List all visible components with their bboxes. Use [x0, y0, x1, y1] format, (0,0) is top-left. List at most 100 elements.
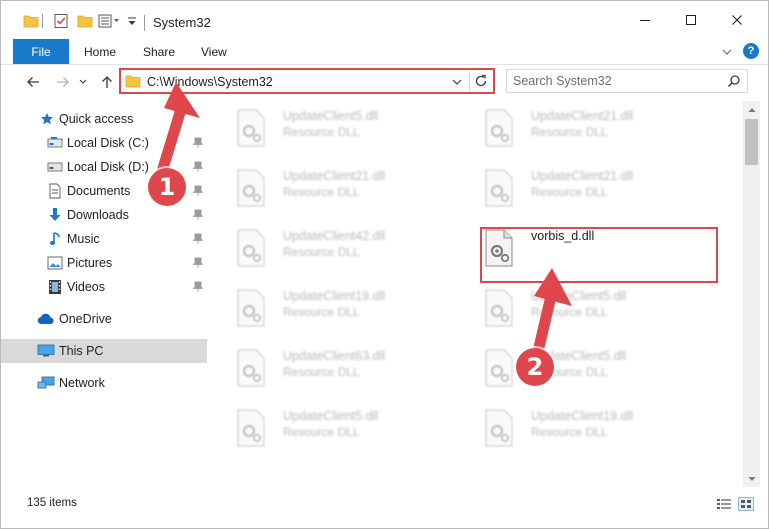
help-icon[interactable]: ?: [743, 43, 759, 59]
sidebar-item-this-pc[interactable]: This PC: [1, 339, 207, 363]
sidebar-item-label: Quick access: [59, 112, 134, 126]
scroll-up-icon[interactable]: [743, 101, 760, 118]
properties-icon[interactable]: [53, 12, 69, 30]
file-type: Resource DLL: [531, 305, 608, 319]
scroll-thumb[interactable]: [745, 119, 758, 165]
file-type: Resource DLL: [283, 125, 360, 139]
cloud-icon: [37, 311, 55, 327]
drive-icon: [47, 135, 63, 151]
sidebar-item-label: Music: [67, 232, 100, 246]
file-name: UpdateClient21.dll: [531, 169, 634, 183]
sidebar-item-label: Downloads: [67, 208, 129, 222]
dll-file-icon: [483, 349, 515, 387]
file-type: Resource DLL: [283, 245, 360, 259]
dll-file-icon: [483, 169, 515, 207]
sidebar-item-onedrive[interactable]: OneDrive: [1, 307, 207, 331]
file-name: UpdateClient5.dll: [283, 109, 379, 123]
details-view-icon[interactable]: [716, 497, 732, 511]
search-box[interactable]: [506, 69, 748, 93]
file-list: UpdateClient5.dll Resource DLL UpdateCli…: [209, 101, 743, 487]
maximize-button[interactable]: [668, 1, 714, 39]
list-item[interactable]: UpdateClient42.dll Resource DLL: [209, 221, 449, 275]
list-item[interactable]: UpdateClient5.dll Resource DLL: [457, 281, 697, 335]
pin-icon[interactable]: [193, 233, 203, 245]
pin-icon[interactable]: [193, 281, 203, 293]
qa-dropdown-icon[interactable]: [126, 12, 138, 30]
expand-ribbon-icon[interactable]: [721, 46, 733, 60]
minimize-button[interactable]: [622, 1, 668, 39]
list-item[interactable]: UpdateClient5.dll Resource DLL: [209, 401, 449, 455]
monitor-icon: [37, 343, 55, 359]
sidebar-item-label: Videos: [67, 280, 105, 294]
forward-arrow-icon[interactable]: [53, 72, 73, 92]
star-icon: [39, 111, 55, 127]
sidebar-item-quick-access[interactable]: Quick access: [1, 107, 207, 131]
file-type: Resource DLL: [283, 185, 360, 199]
list-item[interactable]: UpdateClient63.dll Resource DLL: [209, 341, 449, 395]
sidebar-item-pictures[interactable]: Pictures: [1, 251, 207, 275]
sidebar-item-downloads[interactable]: Downloads: [1, 203, 207, 227]
address-bar[interactable]: C:\Windows\System32: [119, 68, 495, 94]
address-path[interactable]: C:\Windows\System32: [147, 75, 273, 89]
sidebar-item-label: Documents: [67, 184, 131, 198]
refresh-icon[interactable]: [469, 71, 491, 91]
pin-icon[interactable]: [193, 209, 203, 221]
pin-icon[interactable]: [193, 257, 203, 269]
title-separator: [144, 15, 145, 31]
sidebar-item-music[interactable]: Music: [1, 227, 207, 251]
sidebar-item-label: Local Disk (D:): [67, 160, 149, 174]
folder-icon: [23, 12, 39, 30]
pin-icon[interactable]: [193, 185, 203, 197]
scroll-down-icon[interactable]: [743, 470, 760, 487]
large-icons-view-icon[interactable]: [738, 497, 754, 511]
film-icon: [47, 279, 63, 295]
dll-file-icon: [483, 109, 515, 147]
list-item[interactable]: UpdateClient5.dll Resource DLL: [209, 101, 449, 155]
list-item[interactable]: UpdateClient5.dll Resource DLL: [457, 341, 697, 395]
qa-separator: [42, 14, 43, 28]
file-type: Resource DLL: [531, 125, 608, 139]
customize-view-icon[interactable]: [98, 12, 120, 30]
file-name: UpdateClient5.dll: [531, 289, 627, 303]
dll-file-icon: [483, 289, 515, 327]
list-item[interactable]: UpdateClient19.dll Resource DLL: [209, 281, 449, 335]
file-name: UpdateClient19.dll: [531, 409, 634, 423]
file-name: UpdateClient21.dll: [283, 169, 386, 183]
tab-home[interactable]: Home: [84, 45, 116, 59]
dll-file-icon: [235, 409, 267, 447]
step-badge-1: 1: [148, 168, 186, 206]
vertical-scrollbar[interactable]: [743, 101, 760, 487]
dll-file-icon: [483, 409, 515, 447]
file-name: UpdateClient63.dll: [283, 349, 386, 363]
sidebar-item-label: This PC: [59, 344, 104, 358]
recent-locations-icon[interactable]: [77, 72, 89, 92]
download-arrow-icon: [47, 207, 63, 223]
list-item[interactable]: UpdateClient19.dll Resource DLL: [457, 401, 697, 455]
search-icon[interactable]: [727, 74, 741, 91]
close-button[interactable]: [714, 1, 760, 39]
file-type: Resource DLL: [531, 425, 608, 439]
tab-share[interactable]: Share: [143, 45, 175, 59]
address-dropdown-icon[interactable]: [449, 74, 465, 90]
sidebar-item-local-disk-c[interactable]: Local Disk (C:): [1, 131, 207, 155]
file-type: Resource DLL: [531, 185, 608, 199]
tab-file[interactable]: File: [13, 39, 69, 64]
list-item[interactable]: UpdateClient21.dll Resource DLL: [457, 101, 697, 155]
back-arrow-icon[interactable]: [23, 72, 43, 92]
dll-file-icon: [235, 109, 267, 147]
sidebar-item-label: Local Disk (C:): [67, 136, 149, 150]
file-name: UpdateClient42.dll: [283, 229, 386, 243]
file-name: UpdateClient21.dll: [531, 109, 634, 123]
pin-icon[interactable]: [193, 161, 203, 173]
tab-view[interactable]: View: [201, 45, 227, 59]
pin-icon[interactable]: [193, 137, 203, 149]
new-folder-icon[interactable]: [77, 12, 93, 30]
sidebar-item-videos[interactable]: Videos: [1, 275, 207, 299]
up-arrow-icon[interactable]: [97, 72, 117, 92]
network-icon: [37, 375, 55, 391]
sidebar-item-network[interactable]: Network: [1, 371, 207, 395]
file-type: Resource DLL: [283, 365, 360, 379]
list-item[interactable]: UpdateClient21.dll Resource DLL: [457, 161, 697, 215]
search-input[interactable]: [513, 73, 713, 89]
list-item[interactable]: UpdateClient21.dll Resource DLL: [209, 161, 449, 215]
